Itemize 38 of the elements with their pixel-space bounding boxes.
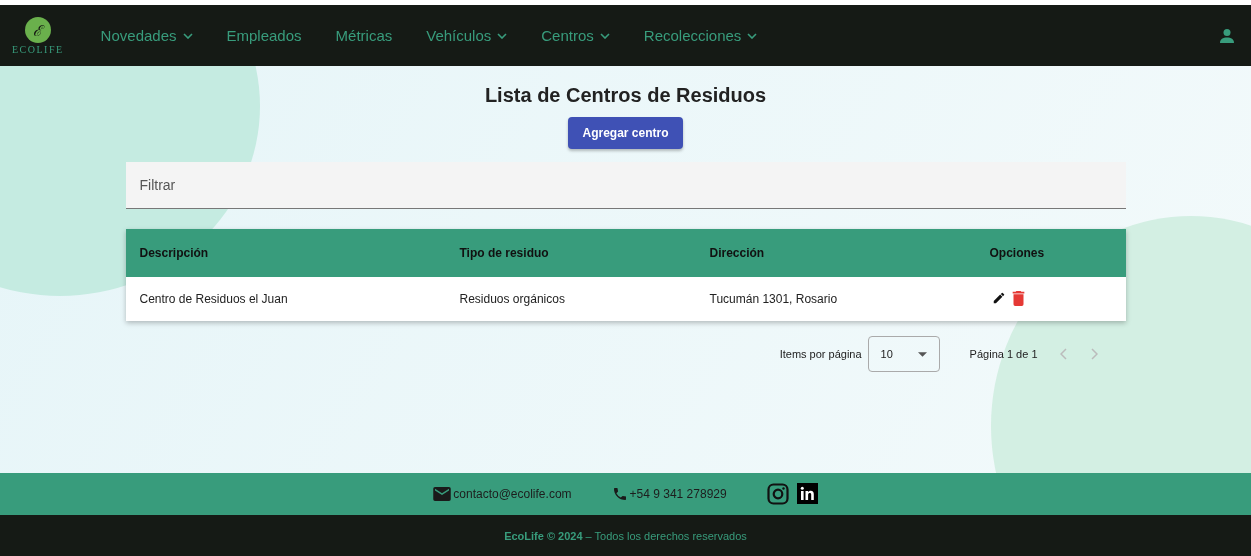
linkedin-icon[interactable] — [796, 483, 818, 504]
column-header: Dirección — [695, 229, 976, 277]
add-center-button[interactable]: Agregar centro — [568, 117, 683, 149]
nav-link[interactable]: Vehículos — [426, 27, 508, 44]
copyright-text: EcoLife © 2024 – Todos los derechos reservados — [504, 529, 747, 542]
page-range: Página 1 de 1 — [969, 348, 1038, 360]
mail-icon — [433, 487, 452, 501]
chevron-down-icon — [497, 32, 508, 39]
chevron-down-icon — [747, 32, 758, 39]
contact-phone: +54 9 341 278929 — [629, 487, 727, 501]
dropdown-arrow-icon — [917, 351, 927, 357]
table-cell: Centro de Residuos el Juan — [125, 277, 446, 321]
nav-link[interactable]: Novedades — [100, 27, 193, 44]
page-size-select[interactable]: 10 — [867, 336, 940, 372]
nav-link[interactable]: Centros — [541, 27, 610, 44]
filter-field[interactable]: Filtrar — [125, 162, 1126, 209]
column-header: Tipo de residuo — [445, 229, 696, 277]
edit-icon[interactable] — [991, 290, 1006, 305]
chevron-right-icon — [1089, 348, 1098, 360]
delete-icon[interactable] — [1011, 290, 1025, 306]
nav-link[interactable]: Empleados — [226, 27, 302, 44]
logo-text: ECOLIFE — [12, 43, 64, 55]
contact-email: contacto@ecolife.com — [453, 487, 572, 501]
page-title: Lista de Centros de Residuos — [484, 84, 767, 107]
items-per-page-label: Items por página — [779, 348, 862, 360]
column-header: Descripción — [125, 229, 446, 277]
user-icon[interactable] — [1219, 27, 1235, 44]
chevron-down-icon — [599, 32, 610, 39]
nav-link[interactable]: Métricas — [335, 27, 393, 44]
chevron-down-icon — [182, 32, 193, 39]
chevron-left-icon — [1059, 348, 1068, 360]
logo-badge[interactable]: ℰ — [24, 16, 51, 43]
column-header: Opciones — [975, 229, 1126, 277]
nav-link[interactable]: Recolecciones — [643, 27, 758, 44]
phone-icon — [611, 486, 628, 502]
table-cell: Residuos orgánicos — [445, 277, 696, 321]
table-cell: Tucumán 1301, Rosario — [695, 277, 976, 321]
instagram-icon[interactable] — [766, 483, 789, 505]
